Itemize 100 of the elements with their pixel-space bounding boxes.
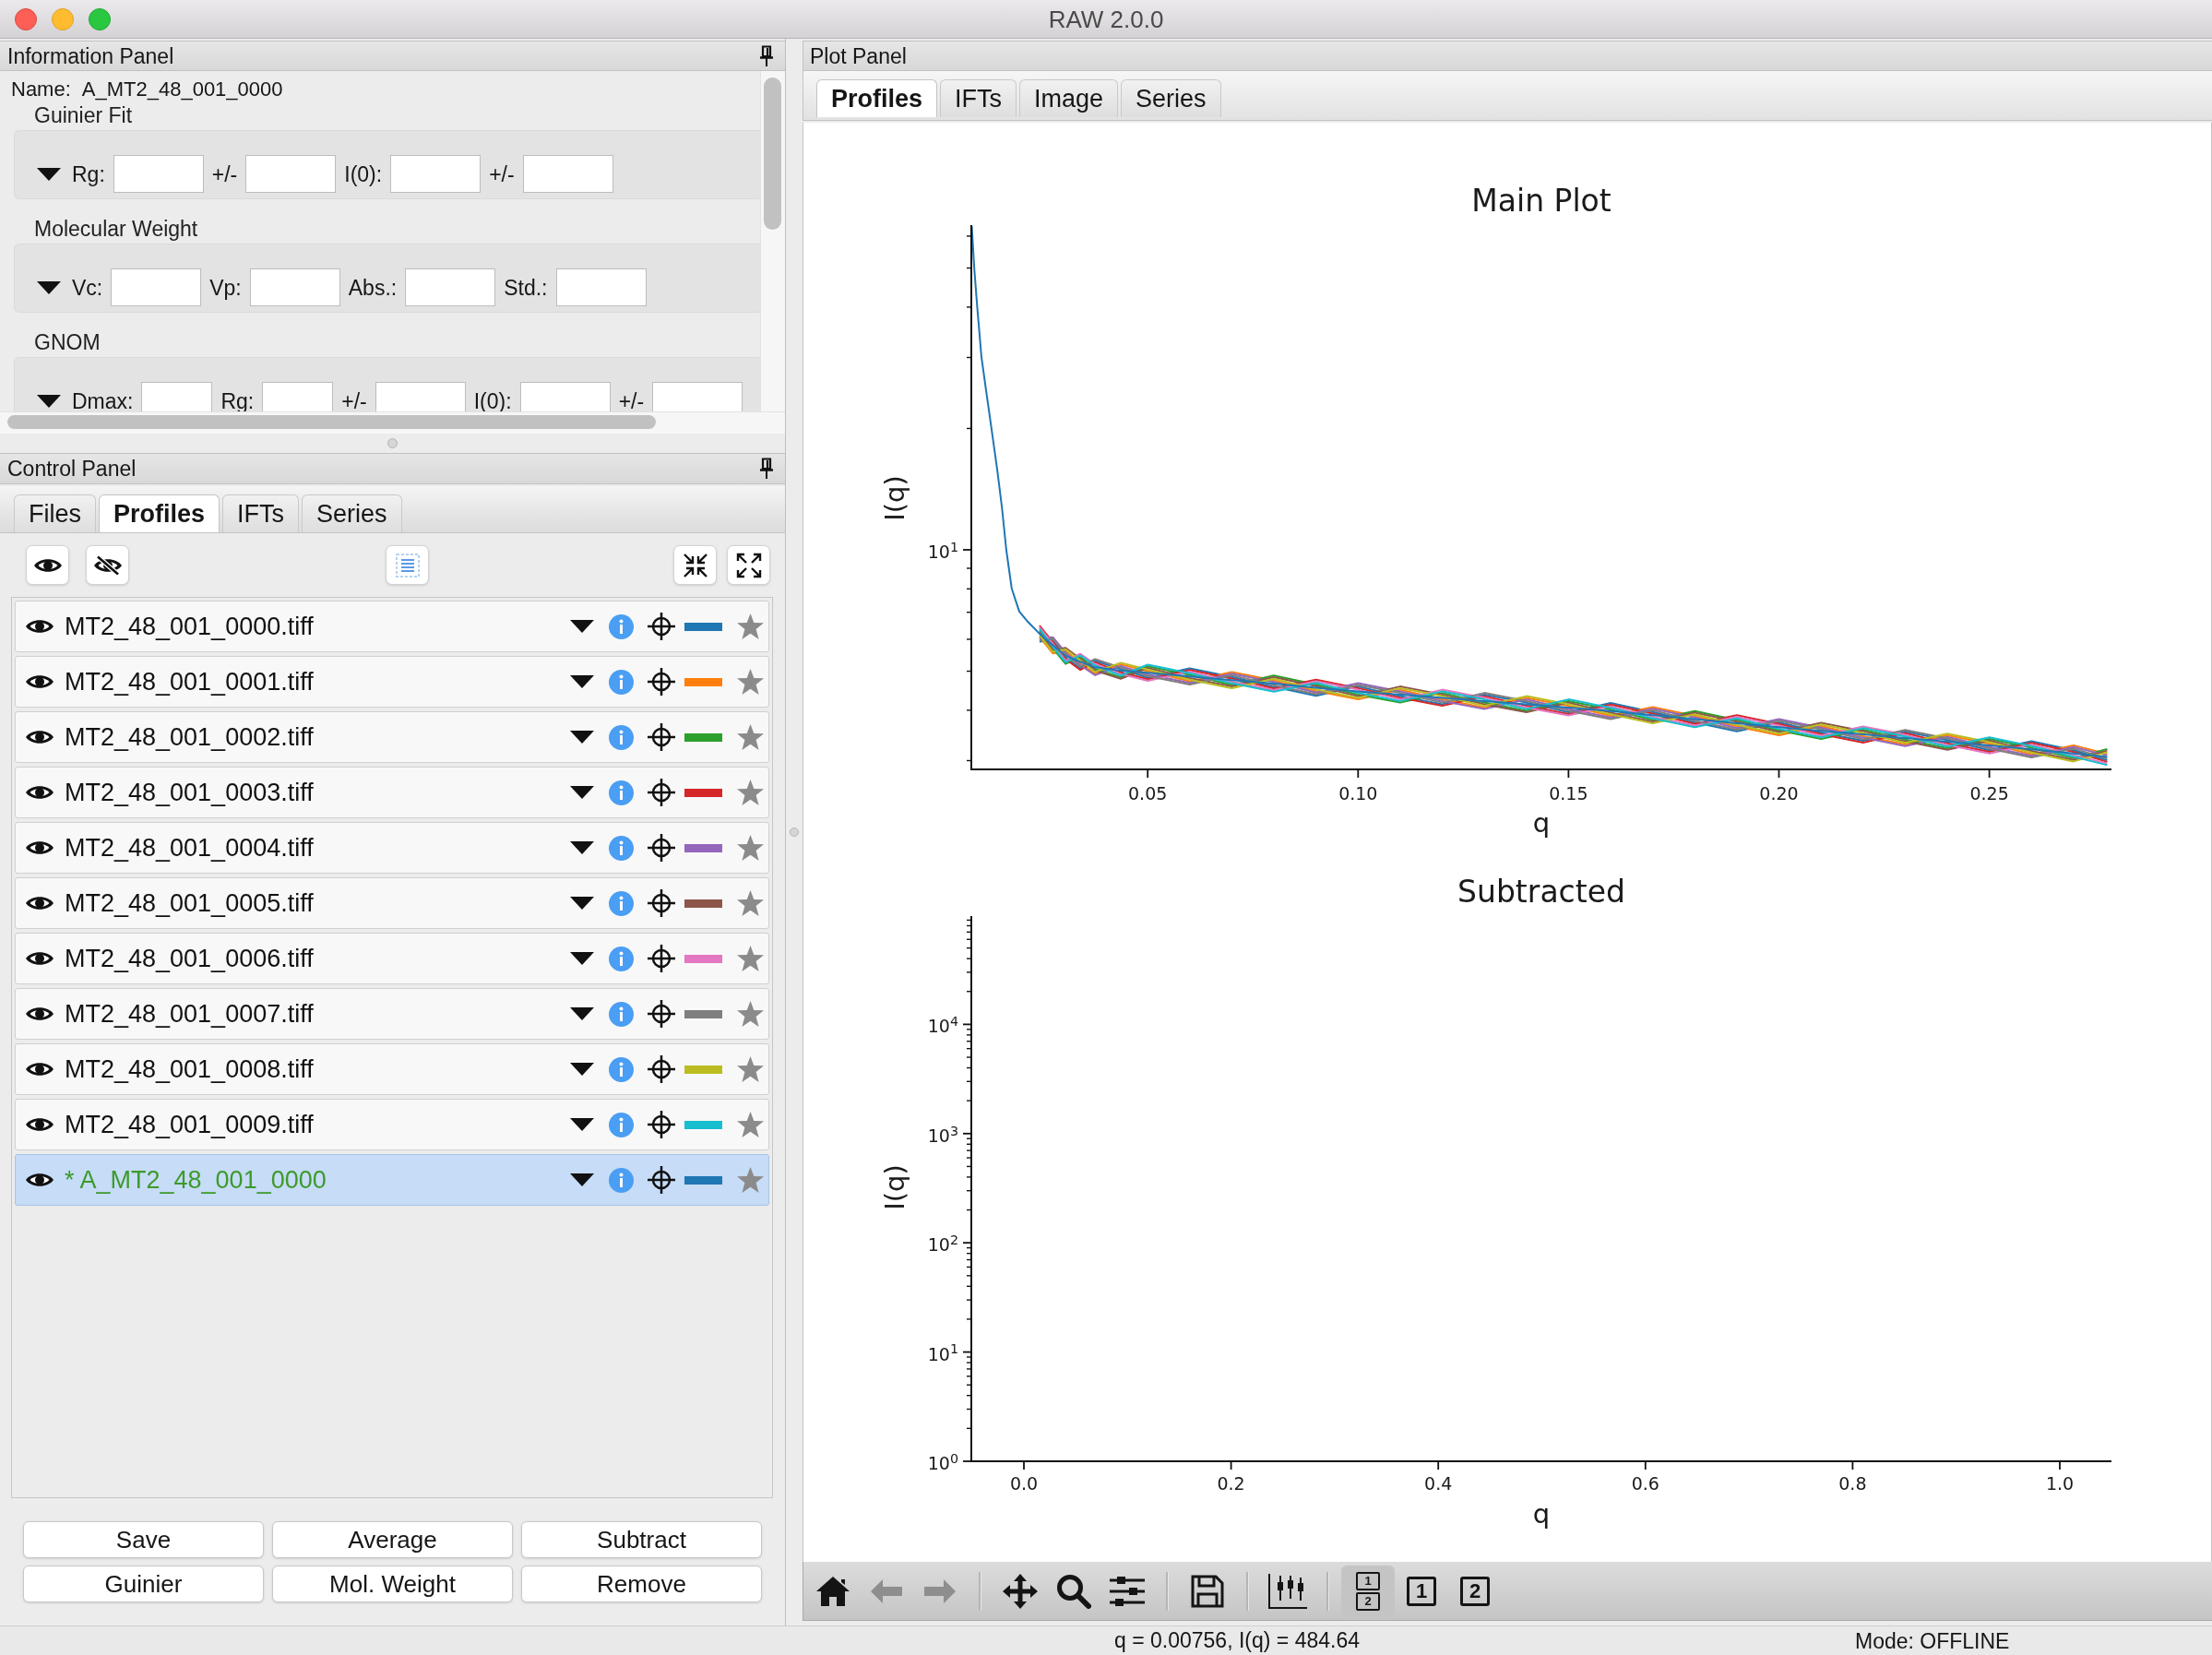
info-icon[interactable] <box>609 724 634 750</box>
number-field[interactable] <box>262 382 334 411</box>
caret-icon[interactable] <box>570 675 594 688</box>
profile-row[interactable]: MT2_48_001_0001.tiff <box>15 656 769 708</box>
profile-row[interactable]: MT2_48_001_0002.tiff <box>15 711 769 763</box>
splitter-handle[interactable] <box>387 438 398 448</box>
crosshair-icon[interactable] <box>647 667 676 697</box>
star-icon[interactable] <box>736 1166 765 1194</box>
info-icon[interactable] <box>609 613 634 639</box>
eye-icon[interactable] <box>25 673 54 691</box>
crosshair-icon[interactable] <box>647 944 676 973</box>
number-field[interactable] <box>375 382 466 411</box>
star-icon[interactable] <box>736 613 765 640</box>
number-field[interactable] <box>390 155 482 193</box>
info-icon[interactable] <box>609 1112 634 1137</box>
tab[interactable]: IFTs <box>222 494 300 532</box>
info-icon[interactable] <box>609 835 634 861</box>
star-icon[interactable] <box>736 779 765 806</box>
crosshair-icon[interactable] <box>647 1165 676 1195</box>
caret-icon[interactable] <box>570 1063 594 1076</box>
star-icon[interactable] <box>736 723 765 751</box>
profile-row[interactable]: MT2_48_001_0008.tiff <box>15 1043 769 1095</box>
tab[interactable]: Series <box>302 494 402 532</box>
profile-row[interactable]: MT2_48_001_0007.tiff <box>15 988 769 1040</box>
number-field[interactable] <box>522 155 613 193</box>
eye-icon[interactable] <box>25 1171 54 1189</box>
caret-icon[interactable] <box>570 1173 594 1186</box>
number-field[interactable] <box>519 382 611 411</box>
select-all-button[interactable] <box>386 545 429 585</box>
crosshair-icon[interactable] <box>647 999 676 1029</box>
caret-icon[interactable] <box>570 1118 594 1131</box>
tab[interactable]: Image <box>1019 79 1119 117</box>
color-swatch-icon[interactable] <box>684 788 722 797</box>
info-icon[interactable] <box>609 669 634 695</box>
caret-icon[interactable] <box>570 1007 594 1020</box>
eye-icon[interactable] <box>25 1005 54 1023</box>
scrollbar[interactable] <box>0 411 785 434</box>
crosshair-icon[interactable] <box>647 1054 676 1084</box>
profile-row[interactable]: MT2_48_001_0000.tiff <box>15 601 769 652</box>
tab[interactable]: Files <box>14 494 96 532</box>
number-field[interactable] <box>405 268 496 306</box>
star-icon[interactable] <box>736 834 765 862</box>
hide-all-button[interactable] <box>86 545 129 585</box>
caret-icon[interactable] <box>570 897 594 910</box>
color-swatch-icon[interactable] <box>684 843 722 852</box>
info-icon[interactable] <box>609 1056 634 1082</box>
action-button[interactable]: Average <box>272 1521 513 1558</box>
pin-icon[interactable] <box>759 458 774 480</box>
star-icon[interactable] <box>736 1055 765 1083</box>
collapse-all-button[interactable] <box>673 545 717 585</box>
eye-icon[interactable] <box>25 894 54 912</box>
profile-row[interactable]: MT2_48_001_0005.tiff <box>15 877 769 929</box>
color-swatch-icon[interactable] <box>684 954 722 963</box>
star-icon[interactable] <box>736 1111 765 1138</box>
profile-row[interactable]: MT2_48_001_0006.tiff <box>15 933 769 984</box>
maximize-button[interactable] <box>89 7 111 30</box>
plot-button[interactable]: 1 <box>1395 1565 1448 1617</box>
color-swatch-icon[interactable] <box>684 1175 722 1185</box>
color-swatch-icon[interactable] <box>684 732 722 742</box>
info-icon[interactable] <box>609 1167 634 1193</box>
crosshair-icon[interactable] <box>647 722 676 752</box>
star-icon[interactable] <box>736 1000 765 1028</box>
info-icon[interactable] <box>609 1001 634 1027</box>
pin-icon[interactable] <box>759 44 774 67</box>
eye-icon[interactable] <box>25 949 54 968</box>
layout-button[interactable]: 1 2 <box>1341 1565 1395 1617</box>
number-field[interactable] <box>555 268 647 306</box>
action-button[interactable]: Guinier <box>23 1566 264 1602</box>
tab[interactable]: IFTs <box>940 79 1017 117</box>
caret-icon[interactable] <box>37 167 61 181</box>
info-icon[interactable] <box>609 780 634 805</box>
action-button[interactable]: Remove <box>521 1566 762 1602</box>
color-swatch-icon[interactable] <box>684 622 722 631</box>
tab[interactable]: Series <box>1121 79 1221 117</box>
plot-button[interactable]: 2 <box>1448 1565 1502 1617</box>
show-all-button[interactable] <box>26 545 69 585</box>
number-field[interactable] <box>245 155 337 193</box>
number-field[interactable] <box>113 155 204 193</box>
crosshair-icon[interactable] <box>647 833 676 863</box>
star-icon[interactable] <box>736 945 765 972</box>
profile-row[interactable]: MT2_48_001_0003.tiff <box>15 767 769 818</box>
close-button[interactable] <box>15 7 37 30</box>
color-swatch-icon[interactable] <box>684 677 722 686</box>
number-field[interactable] <box>249 268 340 306</box>
color-swatch-icon[interactable] <box>684 899 722 908</box>
eye-icon[interactable] <box>25 1060 54 1078</box>
number-field[interactable] <box>652 382 743 411</box>
scrollbar[interactable] <box>760 71 785 411</box>
caret-icon[interactable] <box>570 841 594 854</box>
star-icon[interactable] <box>736 889 765 917</box>
splitter-handle[interactable] <box>790 828 799 837</box>
eye-icon[interactable] <box>25 783 54 802</box>
star-icon[interactable] <box>736 668 765 696</box>
caret-icon[interactable] <box>570 731 594 744</box>
action-button[interactable]: Save <box>23 1521 264 1558</box>
caret-icon[interactable] <box>37 280 61 294</box>
profile-row[interactable]: MT2_48_001_0004.tiff <box>15 822 769 874</box>
color-swatch-icon[interactable] <box>684 1009 722 1018</box>
number-field[interactable] <box>141 382 213 411</box>
tab[interactable]: Profiles <box>816 79 938 117</box>
